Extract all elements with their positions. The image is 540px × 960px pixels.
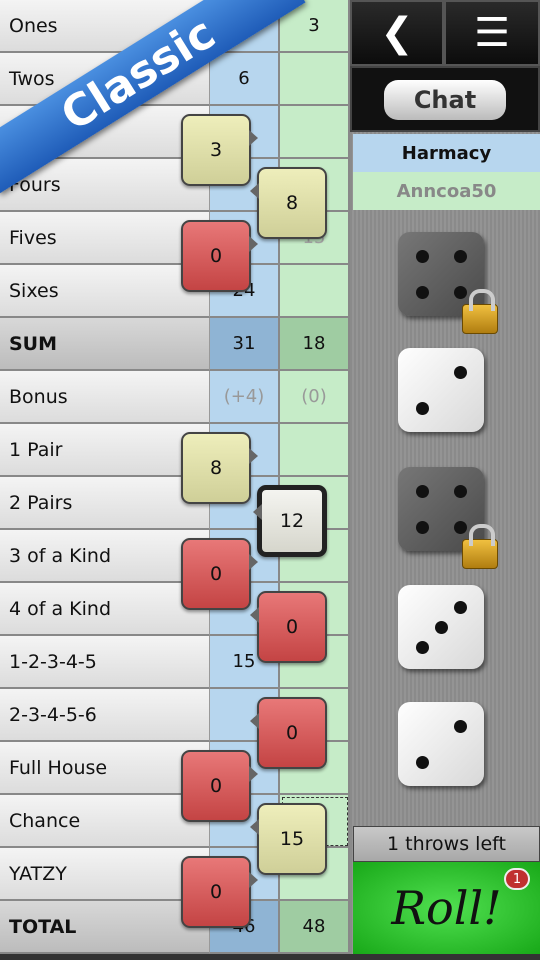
player2-score[interactable]: [280, 424, 350, 477]
player1-score[interactable]: [210, 0, 280, 53]
row-label: Ones: [0, 0, 210, 53]
lock-icon: [462, 524, 498, 569]
score-suggestion[interactable]: 8: [250, 167, 327, 239]
row-label: Twos: [0, 53, 210, 106]
player2-score[interactable]: [280, 265, 350, 318]
die-pip: [453, 719, 467, 733]
score-suggestion[interactable]: 3: [181, 114, 258, 186]
roll-label: Roll!: [391, 881, 502, 935]
nav-bar: [0, 954, 540, 960]
score-suggestion[interactable]: 0: [250, 697, 327, 769]
score-suggestion[interactable]: 8: [181, 432, 258, 504]
die-pip: [416, 402, 430, 416]
die-pip: [416, 521, 430, 535]
row-label: Bonus: [0, 371, 210, 424]
row-label: 2 Pairs: [0, 477, 210, 530]
chat-button[interactable]: Chat: [384, 80, 506, 120]
die-pip: [453, 521, 467, 535]
row-label: 1 Pair: [0, 424, 210, 477]
row-label: Sixes: [0, 265, 210, 318]
die-pip: [453, 600, 467, 614]
row-label: 4 of a Kind: [0, 583, 210, 636]
score-suggestion[interactable]: 0: [250, 591, 327, 663]
die-pip: [416, 484, 430, 498]
roll-badge: 1: [504, 868, 530, 890]
score-suggestion[interactable]: 0: [181, 538, 258, 610]
list-icon: ☰: [474, 10, 510, 56]
row-label: YATZY: [0, 848, 210, 901]
player2-score[interactable]: (0): [280, 371, 350, 424]
die-pip: [416, 641, 430, 655]
row-label: 2-3-4-5-6: [0, 689, 210, 742]
score-row: Sixes 24: [0, 265, 350, 318]
score-suggestion[interactable]: 0: [181, 750, 258, 822]
score-row: Twos 6: [0, 53, 350, 106]
row-label: TOTAL: [0, 901, 210, 954]
score-row: TOTAL 46 48: [0, 901, 350, 954]
die-pip: [416, 756, 430, 770]
die-pip: [416, 249, 430, 263]
score-row: Bonus (+4) (0): [0, 371, 350, 424]
score-suggestion[interactable]: 0: [181, 220, 258, 292]
score-row: Threes: [0, 106, 350, 159]
chat-bar: Chat: [350, 66, 540, 132]
row-label: SUM: [0, 318, 210, 371]
row-label: Threes: [0, 106, 210, 159]
side-panel: ❮ ☰ Chat Harmacy Anncoa50 1 throws left …: [350, 0, 540, 960]
die-pip: [453, 249, 467, 263]
player1-score[interactable]: 31: [210, 318, 280, 371]
score-row: Ones 3: [0, 0, 350, 53]
score-row: SUM 31 18: [0, 318, 350, 371]
die-pip: [416, 286, 430, 300]
player2-score[interactable]: [280, 53, 350, 106]
player2-score[interactable]: 18: [280, 318, 350, 371]
score-suggestion[interactable]: 12: [253, 485, 327, 557]
player2-score[interactable]: [280, 106, 350, 159]
score-suggestion[interactable]: 15: [250, 803, 327, 875]
menu-button[interactable]: ☰: [444, 0, 540, 66]
player1-name: Harmacy: [353, 134, 540, 172]
row-label: Fives: [0, 212, 210, 265]
row-label: 1-2-3-4-5: [0, 636, 210, 689]
row-label: Fours: [0, 159, 210, 212]
die-pip: [453, 365, 467, 379]
roll-button[interactable]: Roll! 1: [353, 862, 540, 954]
die[interactable]: [398, 585, 484, 669]
die[interactable]: [398, 702, 484, 786]
die-pip: [453, 484, 467, 498]
back-button[interactable]: ❮: [350, 0, 444, 66]
lock-icon: [462, 289, 498, 334]
player2-score[interactable]: 48: [280, 901, 350, 954]
player1-score[interactable]: 6: [210, 53, 280, 106]
score-suggestion[interactable]: 0: [181, 856, 258, 928]
throws-left: 1 throws left: [353, 826, 540, 862]
player2-name: Anncoa50: [353, 172, 540, 210]
player2-score[interactable]: 3: [280, 0, 350, 53]
die[interactable]: [398, 467, 498, 569]
die[interactable]: [398, 232, 498, 334]
die[interactable]: [398, 348, 484, 432]
die-pip: [435, 621, 448, 634]
die-pip: [453, 286, 467, 300]
row-label: Full House: [0, 742, 210, 795]
row-label: 3 of a Kind: [0, 530, 210, 583]
player1-score[interactable]: (+4): [210, 371, 280, 424]
row-label: Chance: [0, 795, 210, 848]
chevron-left-icon: ❮: [380, 10, 414, 56]
score-row: 1 Pair: [0, 424, 350, 477]
